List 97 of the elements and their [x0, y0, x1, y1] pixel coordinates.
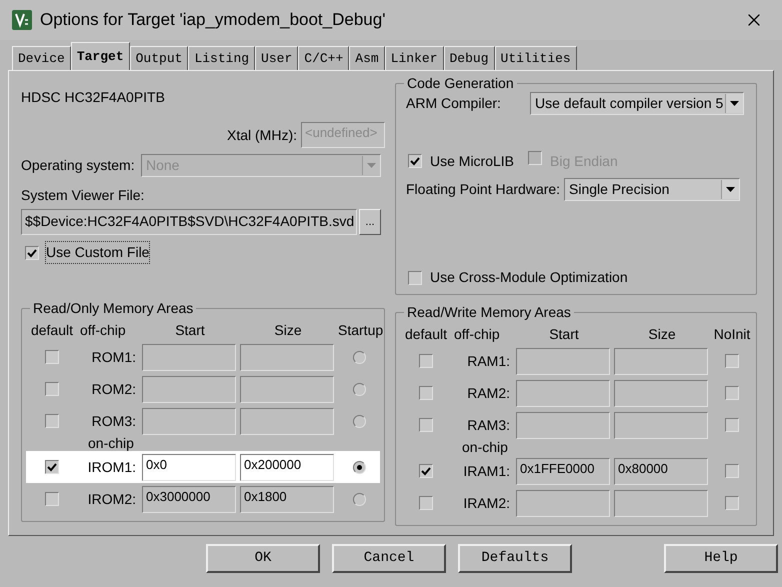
default-checkbox[interactable]	[419, 418, 433, 432]
window-title: Options for Target 'iap_ymodem_boot_Debug'	[40, 9, 386, 32]
column-header: off-chip	[80, 320, 127, 340]
tab[interactable]: Device	[12, 46, 71, 70]
tab[interactable]: Output	[130, 46, 188, 70]
area-label: RAM3:	[466, 416, 511, 434]
column-header: Startup	[338, 320, 384, 340]
noinit-checkbox[interactable]	[725, 418, 739, 432]
default-checkbox[interactable]	[45, 350, 59, 364]
size-field[interactable]	[614, 412, 708, 438]
size-field[interactable]	[614, 380, 708, 406]
default-checkbox[interactable]	[45, 492, 59, 506]
default-checkbox[interactable]	[419, 354, 433, 368]
use-custom-file-checkbox[interactable]	[25, 246, 39, 260]
column-header: default	[30, 320, 74, 340]
area-label: ROM3:	[90, 412, 137, 430]
area-label: IRAM2:	[462, 494, 511, 512]
start-field[interactable]: 0x0	[142, 454, 236, 480]
noinit-checkbox[interactable]	[725, 464, 739, 478]
tab[interactable]: Debug	[444, 46, 495, 70]
svd-file-field[interactable]: $$Device:HC32F4A0PITB$SVD\HC32F4A0PITB.svd	[21, 209, 357, 235]
start-field[interactable]	[516, 348, 610, 374]
cross-module-checkbox[interactable]	[408, 270, 422, 284]
microlib-checkbox[interactable]	[408, 154, 422, 168]
default-checkbox[interactable]	[45, 460, 59, 474]
tab[interactable]: User	[255, 46, 298, 70]
cross-module-label: Use Cross-Module Optimization	[430, 268, 628, 287]
size-field[interactable]: 0x80000	[614, 458, 708, 484]
on-chip-label: on-chip	[462, 439, 508, 455]
device-name: HDSC HC32F4A0PITB	[21, 88, 166, 107]
start-field[interactable]	[516, 380, 610, 406]
column-header: Start	[548, 324, 580, 344]
size-field[interactable]	[614, 490, 708, 516]
browse-button[interactable]: ...	[359, 209, 381, 235]
tab[interactable]: C/C++	[298, 46, 350, 70]
area-label: ROM1:	[90, 348, 137, 366]
radio-button[interactable]	[352, 382, 366, 396]
default-checkbox[interactable]	[419, 496, 433, 510]
tab[interactable]: Asm	[349, 46, 385, 70]
column-header: Size	[273, 320, 303, 340]
size-field[interactable]: 0x1800	[240, 486, 334, 512]
column-header: Start	[174, 320, 206, 340]
size-field[interactable]: 0x200000	[240, 454, 334, 480]
noinit-checkbox[interactable]	[725, 386, 739, 400]
dialog-button[interactable]: OK	[206, 544, 320, 572]
area-label: ROM2:	[90, 380, 137, 398]
dropdown-arrow-icon	[730, 101, 739, 106]
area-label: IROM2:	[86, 490, 137, 508]
start-field[interactable]	[142, 376, 236, 402]
dialog-button[interactable]: Help	[664, 544, 778, 572]
radio-button[interactable]	[352, 414, 366, 428]
tab[interactable]: Target	[70, 42, 130, 70]
size-field[interactable]	[614, 348, 708, 374]
start-field[interactable]	[142, 344, 236, 370]
column-header: NoInit	[712, 324, 752, 344]
default-checkbox[interactable]	[419, 386, 433, 400]
area-label: RAM1:	[466, 352, 511, 370]
start-field[interactable]	[516, 490, 610, 516]
use-custom-file-label: Use Custom File	[45, 241, 150, 264]
default-checkbox[interactable]	[419, 464, 433, 478]
size-field[interactable]	[240, 408, 334, 434]
size-field[interactable]	[240, 376, 334, 402]
column-header: off-chip	[454, 324, 501, 344]
os-label: Operating system:	[21, 156, 136, 175]
app-logo-icon	[12, 10, 32, 30]
area-label: IRAM1:	[462, 462, 511, 480]
dropdown[interactable]: Use default compiler version 5	[530, 92, 744, 115]
start-field[interactable]	[516, 412, 610, 438]
dialog-button[interactable]: Defaults	[458, 544, 572, 572]
arm-compiler-label: ARM Compiler:	[406, 94, 502, 113]
noinit-checkbox[interactable]	[725, 354, 739, 368]
dialog-button[interactable]: Cancel	[332, 544, 446, 572]
tab[interactable]: Utilities	[494, 46, 577, 70]
start-field[interactable]: 0x1FFE0000	[516, 458, 610, 484]
xtal-label: Xtal (MHz):	[227, 126, 297, 145]
tab[interactable]: Listing	[188, 46, 256, 70]
start-field[interactable]: 0x3000000	[142, 486, 236, 512]
size-field[interactable]	[240, 344, 334, 370]
column-header: default	[404, 324, 448, 344]
noinit-checkbox[interactable]	[725, 496, 739, 510]
radio-button[interactable]	[352, 492, 366, 506]
area-label: IROM1:	[86, 458, 137, 476]
area-label: RAM2:	[466, 384, 511, 402]
dropdown[interactable]: Single Precision	[564, 178, 740, 201]
column-header: Size	[647, 324, 677, 344]
default-checkbox[interactable]	[45, 382, 59, 396]
default-checkbox[interactable]	[45, 414, 59, 428]
on-chip-label: on-chip	[88, 435, 134, 451]
radio-button[interactable]	[352, 350, 366, 364]
radio-button[interactable]	[352, 460, 366, 474]
start-field[interactable]	[142, 408, 236, 434]
dropdown-arrow-icon	[726, 187, 735, 192]
dropdown-arrow-icon	[367, 163, 376, 168]
fpu-label: Floating Point Hardware:	[406, 180, 562, 199]
svd-label: System Viewer File:	[21, 186, 146, 205]
microlib-label: Use MicroLIB	[430, 152, 514, 170]
tab[interactable]: Linker	[384, 46, 444, 70]
